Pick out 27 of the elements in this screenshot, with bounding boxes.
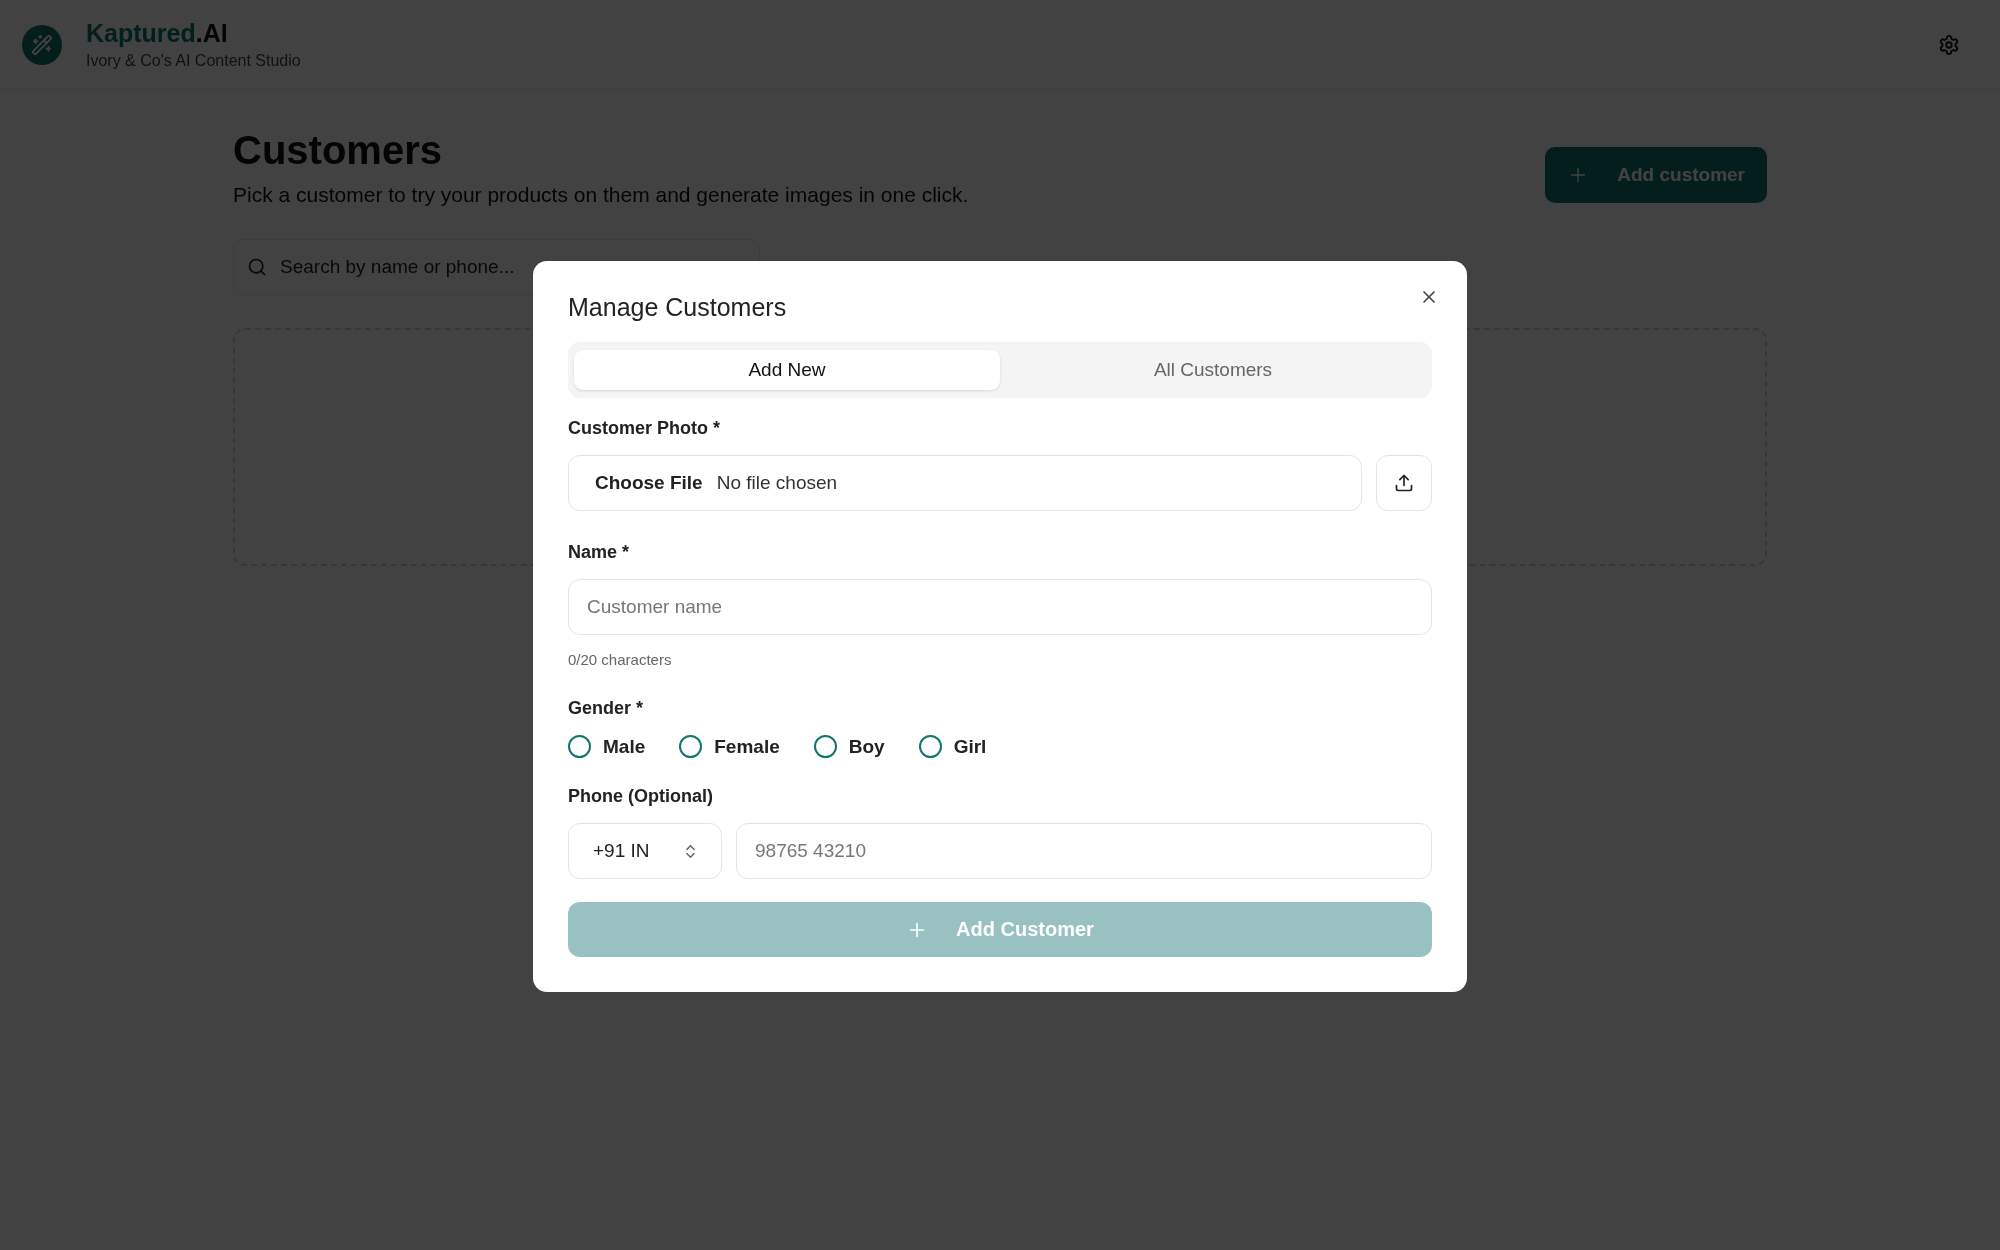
radio-label[interactable]: Male xyxy=(603,735,646,758)
field-label: Gender * xyxy=(568,698,645,719)
upload-icon xyxy=(1394,473,1414,493)
tab[interactable]: All Customers xyxy=(1000,350,1426,390)
field-label: Name * xyxy=(568,542,631,563)
phone-input[interactable]: 98765 43210 xyxy=(736,823,1432,879)
brand-name: Kaptured.AI xyxy=(86,19,229,48)
upload-button[interactable] xyxy=(1376,455,1432,511)
field-label: Phone (Optional) xyxy=(568,786,714,807)
field-label: Customer Photo * xyxy=(568,418,721,439)
dialog-title: Manage Customers xyxy=(568,293,788,322)
file-field[interactable]: Choose File No file chosen xyxy=(568,455,1362,511)
page-description: Pick a customer to try your products on them and generate images in one click. xyxy=(233,183,969,207)
file-status: No file chosen xyxy=(716,472,838,494)
name-input[interactable]: Customer name xyxy=(568,579,1432,635)
radio-label[interactable]: Boy xyxy=(848,735,885,758)
country-code-select[interactable]: +91 IN xyxy=(568,823,722,879)
tab[interactable]: Add New xyxy=(574,350,1000,390)
radio-button[interactable] xyxy=(679,735,703,758)
page-title: Customers xyxy=(233,128,443,173)
radio-button[interactable] xyxy=(918,735,942,758)
radio-label[interactable]: Female xyxy=(714,735,780,758)
character-counter: 0/20 characters xyxy=(568,651,673,668)
radio-button[interactable] xyxy=(813,735,837,758)
choose-file-button[interactable]: Choose File xyxy=(595,472,703,494)
radio-label[interactable]: Girl xyxy=(953,735,987,758)
radio-button[interactable] xyxy=(568,735,591,758)
